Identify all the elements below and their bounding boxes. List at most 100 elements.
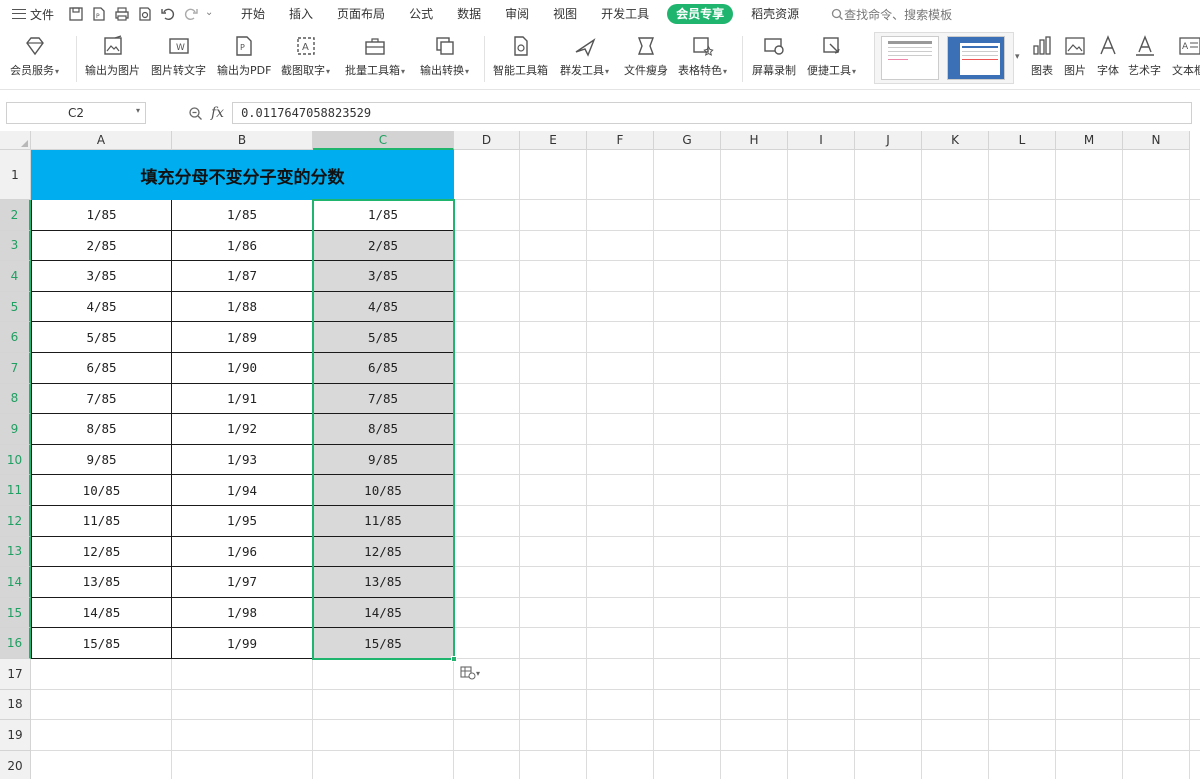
- print-preview-icon[interactable]: [137, 6, 153, 22]
- formula-input[interactable]: 0.0117647058823529: [232, 102, 1193, 124]
- cell-a7[interactable]: 6/85: [31, 353, 172, 384]
- row-header-18[interactable]: 18: [0, 689, 31, 721]
- cell-a2[interactable]: 1/85: [31, 200, 172, 231]
- row-header-20[interactable]: 20: [0, 750, 31, 779]
- font-button[interactable]: 字体: [1096, 34, 1120, 86]
- cell-b6[interactable]: 1/89: [172, 322, 313, 353]
- cell-c3[interactable]: 2/85: [313, 230, 454, 262]
- cell-b14[interactable]: 1/97: [172, 567, 313, 598]
- cell-b13[interactable]: 1/96: [172, 536, 313, 568]
- image-to-text-button[interactable]: W 图片转文字: [151, 34, 206, 86]
- cell-a3[interactable]: 2/85: [31, 230, 172, 262]
- cell-b7[interactable]: 1/90: [172, 353, 313, 384]
- tab-docer[interactable]: 稻壳资源: [739, 0, 811, 28]
- cell-c9[interactable]: 8/85: [313, 414, 454, 445]
- member-service-button[interactable]: 会员服务▾: [10, 34, 59, 86]
- cell-c2[interactable]: 1/85: [313, 200, 454, 231]
- batch-toolbox-button[interactable]: 批量工具箱▾: [345, 34, 405, 86]
- column-header-n[interactable]: N: [1123, 131, 1190, 150]
- mass-send-button[interactable]: 群发工具▾: [560, 34, 609, 86]
- cell-c4[interactable]: 3/85: [313, 261, 454, 292]
- export-image-button[interactable]: 输出为图片: [85, 34, 140, 86]
- row-header-2[interactable]: 2: [0, 200, 31, 231]
- command-search[interactable]: 查找命令、搜索模板: [831, 6, 952, 23]
- column-header-a[interactable]: A: [31, 131, 172, 150]
- name-box[interactable]: C2 ▾: [6, 102, 146, 124]
- picture-button[interactable]: 图片: [1063, 34, 1087, 86]
- row-header-16[interactable]: 16: [0, 628, 31, 659]
- cell-a8[interactable]: 7/85: [31, 383, 172, 415]
- row-header-3[interactable]: 3: [0, 230, 31, 262]
- cell-b12[interactable]: 1/95: [172, 506, 313, 537]
- row-header-1[interactable]: 1: [0, 150, 31, 200]
- template-gallery[interactable]: [874, 32, 1014, 84]
- cell-a10[interactable]: 9/85: [31, 444, 172, 476]
- column-header-e[interactable]: E: [520, 131, 587, 150]
- row-header-5[interactable]: 5: [0, 291, 31, 323]
- column-header-j[interactable]: J: [855, 131, 922, 150]
- cell-c12[interactable]: 11/85: [313, 506, 454, 537]
- smart-toolbox-button[interactable]: 智能工具箱: [493, 34, 548, 86]
- row-header-6[interactable]: 6: [0, 322, 31, 353]
- column-header-g[interactable]: G: [654, 131, 721, 150]
- column-header-k[interactable]: K: [922, 131, 989, 150]
- row-header-17[interactable]: 17: [0, 659, 31, 690]
- template-thumbnail[interactable]: [881, 36, 939, 80]
- tab-view[interactable]: 视图: [541, 0, 589, 28]
- handy-tools-button[interactable]: 便捷工具▾: [807, 34, 856, 86]
- row-header-14[interactable]: 14: [0, 567, 31, 598]
- select-all-corner[interactable]: [0, 131, 31, 150]
- cell-b4[interactable]: 1/87: [172, 261, 313, 292]
- chart-button[interactable]: 图表: [1030, 34, 1054, 86]
- cell-b8[interactable]: 1/91: [172, 383, 313, 415]
- cell-b16[interactable]: 1/99: [172, 628, 313, 659]
- cell-a6[interactable]: 5/85: [31, 322, 172, 353]
- cell-a11[interactable]: 10/85: [31, 475, 172, 506]
- cell-c6[interactable]: 5/85: [313, 322, 454, 353]
- tab-home[interactable]: 开始: [229, 0, 277, 28]
- cell-c14[interactable]: 13/85: [313, 567, 454, 598]
- tab-developer[interactable]: 开发工具: [589, 0, 661, 28]
- table-feature-button[interactable]: 表格特色▾: [678, 34, 727, 86]
- customize-toolbar-icon[interactable]: [206, 6, 216, 22]
- file-menu[interactable]: 文件: [12, 6, 54, 23]
- row-header-9[interactable]: 9: [0, 414, 31, 445]
- cell-c15[interactable]: 14/85: [313, 597, 454, 629]
- column-header-l[interactable]: L: [989, 131, 1056, 150]
- column-header-h[interactable]: H: [721, 131, 788, 150]
- screen-record-button[interactable]: 屏幕录制: [752, 34, 796, 86]
- cell-c7[interactable]: 6/85: [313, 353, 454, 384]
- row-header-8[interactable]: 8: [0, 383, 31, 415]
- export-pdf-quick-icon[interactable]: P: [91, 6, 107, 22]
- cell-a16[interactable]: 15/85: [31, 628, 172, 659]
- row-header-11[interactable]: 11: [0, 475, 31, 506]
- tab-member[interactable]: 会员专享: [667, 4, 734, 24]
- cell-b2[interactable]: 1/85: [172, 200, 313, 231]
- column-header-b[interactable]: B: [172, 131, 313, 150]
- screenshot-text-button[interactable]: A 截图取字▾: [281, 34, 330, 86]
- print-icon[interactable]: [114, 6, 130, 22]
- cell-a9[interactable]: 8/85: [31, 414, 172, 445]
- cell-a4[interactable]: 3/85: [31, 261, 172, 292]
- row-header-13[interactable]: 13: [0, 536, 31, 568]
- column-header-d[interactable]: D: [454, 131, 520, 150]
- cell-b5[interactable]: 1/88: [172, 291, 313, 323]
- cell-a14[interactable]: 13/85: [31, 567, 172, 598]
- fill-handle[interactable]: [451, 656, 457, 662]
- auto-fill-options-button[interactable]: ▾: [460, 666, 480, 680]
- cell-c16[interactable]: 15/85: [313, 628, 454, 659]
- export-pdf-button[interactable]: P 输出为PDF: [217, 34, 271, 86]
- column-header-c[interactable]: C: [313, 131, 454, 150]
- column-header-f[interactable]: F: [587, 131, 654, 150]
- cell-c13[interactable]: 12/85: [313, 536, 454, 568]
- row-header-7[interactable]: 7: [0, 353, 31, 384]
- file-slim-button[interactable]: 文件瘦身: [624, 34, 668, 86]
- row-header-10[interactable]: 10: [0, 444, 31, 476]
- tab-data[interactable]: 数据: [445, 0, 493, 28]
- cell-c10[interactable]: 9/85: [313, 444, 454, 476]
- row-header-15[interactable]: 15: [0, 597, 31, 629]
- gallery-more-icon[interactable]: ▾: [1015, 52, 1020, 62]
- redo-icon[interactable]: [183, 6, 199, 22]
- title-cell[interactable]: 填充分母不变分子变的分数: [31, 150, 454, 200]
- chevron-down-icon[interactable]: ▾: [136, 106, 140, 115]
